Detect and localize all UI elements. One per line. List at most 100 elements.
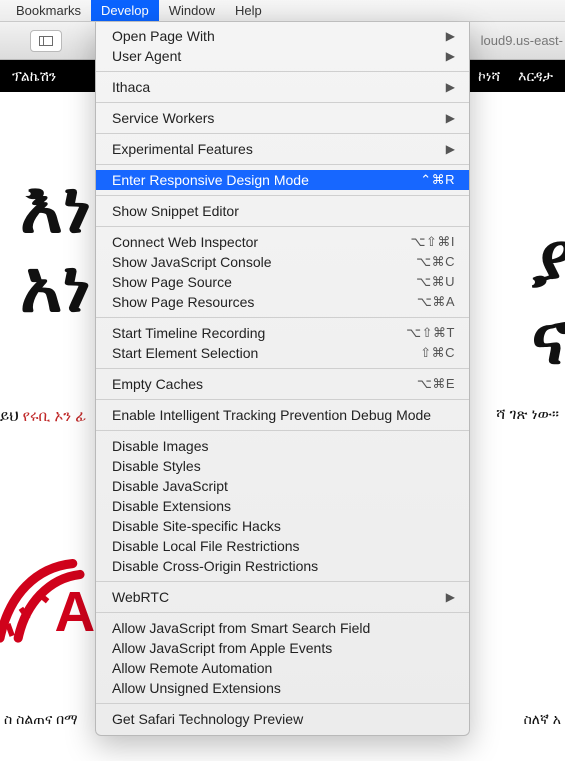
menu-shortcut: ⌥⌘A <box>417 292 455 312</box>
chevron-right-icon: ▶ <box>446 77 455 97</box>
menu-item-label: Open Page With <box>112 26 215 46</box>
menu-item-label: Show Page Resources <box>112 292 254 312</box>
footer-text: ስለኛ አ <box>524 711 561 728</box>
menu-item[interactable]: WebRTC ▶ <box>96 587 469 607</box>
menu-item-label: Disable Cross-Origin Restrictions <box>112 556 318 576</box>
menu-separator <box>96 703 469 704</box>
menu-shortcut: ⌥⇧⌘I <box>411 232 456 252</box>
menu-item[interactable]: Experimental Features ▶ <box>96 139 469 159</box>
menu-item-label: Empty Caches <box>112 374 203 394</box>
menu-separator <box>96 164 469 165</box>
menu-item[interactable]: Disable Site-specific Hacks <box>96 516 469 536</box>
menu-item-label: Start Timeline Recording <box>112 323 265 343</box>
chevron-right-icon: ▶ <box>446 26 455 46</box>
menu-separator <box>96 399 469 400</box>
menu-item-label: Ithaca <box>112 77 150 97</box>
menu-item-label: Disable JavaScript <box>112 476 228 496</box>
menu-item-label: Show Page Source <box>112 272 232 292</box>
menu-separator <box>96 226 469 227</box>
menu-item[interactable]: Enable Intelligent Tracking Prevention D… <box>96 405 469 425</box>
chevron-right-icon: ▶ <box>446 46 455 66</box>
menu-shortcut: ⌃⌘R <box>420 170 455 190</box>
menu-separator <box>96 195 469 196</box>
sidebar-toggle-button[interactable] <box>30 30 62 52</box>
menu-item[interactable]: Open Page With ▶ <box>96 26 469 46</box>
footer-text: ስ ስልጠና በማ <box>4 711 78 728</box>
menu-item-label: Connect Web Inspector <box>112 232 258 252</box>
chevron-right-icon: ▶ <box>446 587 455 607</box>
url-fragment: loud9.us-east- <box>481 22 563 59</box>
menu-item-label: User Agent <box>112 46 181 66</box>
hero-text: ና <box>532 299 565 379</box>
menu-item-label: Disable Extensions <box>112 496 231 516</box>
subline-text: ይህ <box>0 408 19 425</box>
menu-separator <box>96 430 469 431</box>
hero-text-right: ያ ና <box>532 220 565 377</box>
menu-item[interactable]: Disable Extensions <box>96 496 469 516</box>
menu-item[interactable]: Ithaca ▶ <box>96 77 469 97</box>
menu-item-label: Disable Images <box>112 436 209 456</box>
navbar-link[interactable]: ኮነሻ <box>478 68 500 85</box>
menu-item[interactable]: Start Timeline Recording ⌥⇧⌘T <box>96 323 469 343</box>
menu-item[interactable]: Show Snippet Editor <box>96 201 469 221</box>
menu-item-label: Allow JavaScript from Smart Search Field <box>112 618 370 638</box>
menu-item[interactable]: Allow Remote Automation <box>96 658 469 678</box>
menu-item-label: Disable Styles <box>112 456 201 476</box>
menu-shortcut: ⇧⌘C <box>420 343 455 363</box>
menu-item[interactable]: Allow JavaScript from Apple Events <box>96 638 469 658</box>
subline-link[interactable]: የሩቢ ኦን ፊ <box>23 408 87 425</box>
menu-item-label: Enable Intelligent Tracking Prevention D… <box>112 405 431 425</box>
menu-item-label: Show Snippet Editor <box>112 201 239 221</box>
menu-item[interactable]: Service Workers ▶ <box>96 108 469 128</box>
hero-text: ያ <box>532 220 565 300</box>
menu-item[interactable]: Allow JavaScript from Smart Search Field <box>96 618 469 638</box>
menu-item[interactable]: Disable Styles <box>96 456 469 476</box>
menu-item-label: Disable Site-specific Hacks <box>112 516 281 536</box>
sidebar-icon <box>39 36 53 46</box>
menu-item[interactable]: Disable Cross-Origin Restrictions <box>96 556 469 576</box>
menu-item-label: Allow Unsigned Extensions <box>112 678 281 698</box>
subline-text: ሻ ገጽ ነው። <box>496 406 565 423</box>
menu-item-label: WebRTC <box>112 587 169 607</box>
toolbar-spacer <box>8 34 22 48</box>
chevron-right-icon: ▶ <box>446 108 455 128</box>
menubar-item-window[interactable]: Window <box>159 0 225 21</box>
menu-item[interactable]: Show Page Source⌥⌘U <box>96 272 469 292</box>
menu-item[interactable]: User Agent ▶ <box>96 46 469 66</box>
menu-separator <box>96 71 469 72</box>
menu-shortcut: ⌥⇧⌘T <box>406 323 455 343</box>
menu-item-label: Show JavaScript Console <box>112 252 272 272</box>
navbar-link[interactable]: እርዳታ <box>518 68 553 85</box>
menubar-item-bookmarks[interactable]: Bookmarks <box>6 0 91 21</box>
menu-item[interactable]: Show Page Resources ⌥⌘A <box>96 292 469 312</box>
menubar-item-develop[interactable]: Develop <box>91 0 159 21</box>
menu-item[interactable]: Allow Unsigned Extensions <box>96 678 469 698</box>
hero-text: እነ <box>20 168 91 248</box>
menu-item[interactable]: Disable Local File Restrictions <box>96 536 469 556</box>
menu-separator <box>96 368 469 369</box>
menu-item-label: Disable Local File Restrictions <box>112 536 300 556</box>
menu-shortcut: ⌥⌘C <box>416 252 455 272</box>
menu-item[interactable]: Start Element Selection⇧⌘C <box>96 343 469 363</box>
menu-item[interactable]: Show JavaScript Console ⌥⌘C <box>96 252 469 272</box>
menu-item-label: Allow JavaScript from Apple Events <box>112 638 332 658</box>
menu-shortcut: ⌥⌘E <box>417 374 455 394</box>
menu-item[interactable]: Empty Caches ⌥⌘E <box>96 374 469 394</box>
menubar-item-help[interactable]: Help <box>225 0 272 21</box>
menu-item[interactable]: Enter Responsive Design Mode⌃⌘R <box>96 170 469 190</box>
menu-separator <box>96 612 469 613</box>
chevron-right-icon: ▶ <box>446 139 455 159</box>
menu-item[interactable]: Get Safari Technology Preview <box>96 709 469 729</box>
menu-item-label: Allow Remote Automation <box>112 658 272 678</box>
hero-text: አነ <box>20 247 91 327</box>
develop-menu-dropdown: Open Page With▶User Agent▶Ithaca▶Service… <box>95 22 470 736</box>
menu-item[interactable]: Disable JavaScript <box>96 476 469 496</box>
menu-item[interactable]: Connect Web Inspector ⌥⇧⌘I <box>96 232 469 252</box>
navbar-left-text: ፕልኬሽን <box>12 68 56 85</box>
menu-item-label: Get Safari Technology Preview <box>112 709 303 729</box>
menu-item-label: Experimental Features <box>112 139 253 159</box>
hero-text-left: እነ አነ <box>20 168 91 325</box>
menu-item-label: Service Workers <box>112 108 214 128</box>
menu-separator <box>96 581 469 582</box>
menu-item[interactable]: Disable Images <box>96 436 469 456</box>
